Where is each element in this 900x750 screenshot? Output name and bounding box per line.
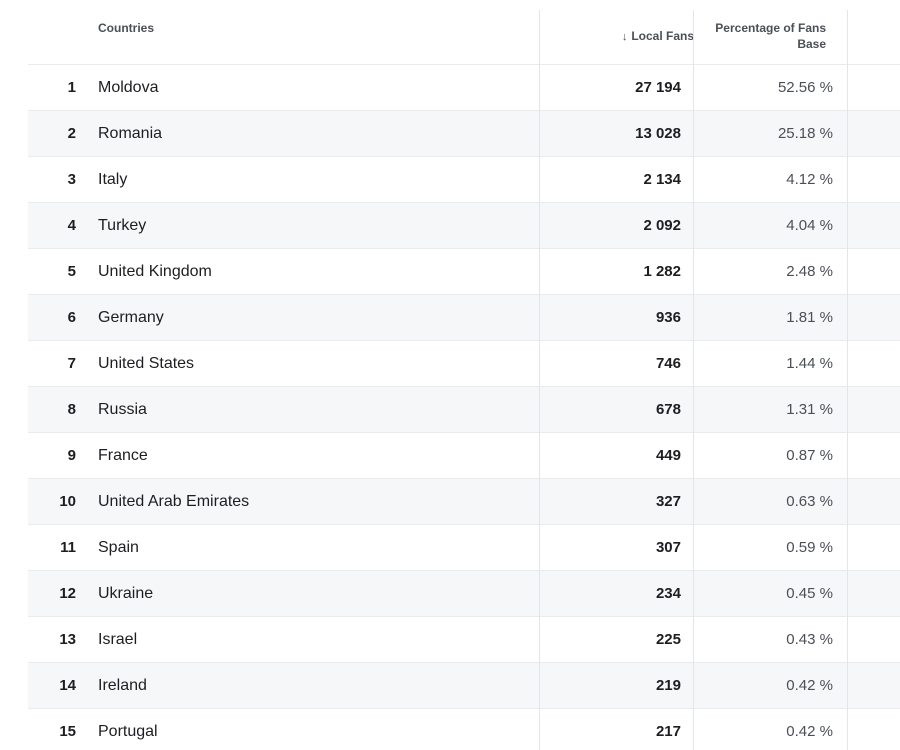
table-row[interactable]: 7 United States 746 1.44 % [28,340,900,386]
row-percentage: 4.12 % [786,171,833,188]
row-country: United Kingdom [98,263,212,280]
row-percentage: 1.44 % [786,355,833,372]
table-row[interactable]: 1 Moldova 27 194 52.56 % [28,64,900,110]
row-rank: 2 [67,125,76,142]
row-local-fans: 746 [655,355,681,372]
header-local-fans[interactable]: ↓ Local Fans [540,28,694,45]
row-percentage: 0.59 % [786,539,833,556]
table-row[interactable]: 13 Israel 225 0.43 % [28,616,900,662]
row-local-fans: 2 134 [643,171,681,188]
table-row[interactable]: 15 Portugal 217 0.42 % [28,708,900,750]
row-rank: 8 [67,401,76,418]
row-percentage: 0.63 % [786,493,833,510]
sort-descending-arrow-icon: ↓ [621,31,628,43]
table-row[interactable]: 11 Spain 307 0.59 % [28,524,900,570]
row-rank: 5 [67,263,76,280]
column-divider [539,10,540,750]
row-country: Ukraine [98,585,154,602]
row-country: Romania [98,125,163,142]
table-row[interactable]: 9 France 449 0.87 % [28,432,900,478]
row-local-fans: 13 028 [635,125,681,142]
row-local-fans: 307 [655,539,681,556]
row-percentage: 52.56 % [777,79,833,96]
row-percentage: 4.04 % [786,217,833,234]
table-row[interactable]: 4 Turkey 2 092 4.04 % [28,202,900,248]
table-row[interactable]: 14 Ireland 219 0.42 % [28,662,900,708]
row-local-fans: 327 [655,493,681,510]
table-row[interactable]: 2 Romania 13 028 25.18 % [28,110,900,156]
column-divider [693,10,694,750]
row-percentage: 0.45 % [786,585,833,602]
row-country: France [98,447,148,464]
row-rank: 9 [67,447,76,464]
row-percentage: 1.31 % [786,401,833,418]
row-rank: 11 [60,539,76,556]
row-country: Turkey [98,217,147,234]
row-local-fans: 678 [655,401,681,418]
header-percentage-line2: Base [797,37,826,51]
row-rank: 10 [59,493,76,510]
row-country: Russia [98,401,147,418]
table-row[interactable]: 10 United Arab Emirates 327 0.63 % [28,478,900,524]
header-local-fans-label: Local Fans [631,29,694,43]
header-percentage-line1: Percentage of Fans [715,21,826,35]
row-country: Germany [98,309,164,326]
row-local-fans: 449 [655,447,681,464]
row-local-fans: 1 282 [643,263,681,280]
row-percentage: 1.81 % [786,309,833,326]
table-row[interactable]: 6 Germany 936 1.81 % [28,294,900,340]
row-rank: 14 [59,677,76,694]
row-rank: 4 [67,217,76,234]
row-country: Spain [98,539,139,556]
row-rank: 3 [67,171,76,188]
row-rank: 15 [59,723,76,740]
row-local-fans: 217 [655,723,681,740]
row-percentage: 25.18 % [777,125,833,142]
row-percentage: 2.48 % [786,263,833,280]
table-row[interactable]: 12 Ukraine 234 0.45 % [28,570,900,616]
row-rank: 1 [67,79,76,96]
row-percentage: 0.42 % [786,677,833,694]
row-local-fans: 2 092 [643,217,681,234]
header-percentage-of-fans-base[interactable]: Percentage of Fans Base [694,20,848,52]
countries-fans-table: Countries ↓ Local Fans Percentage of Fans… [28,0,900,750]
header-countries[interactable]: Countries [98,20,154,36]
row-rank: 13 [59,631,76,648]
row-local-fans: 234 [655,585,681,602]
table-row[interactable]: 8 Russia 678 1.31 % [28,386,900,432]
row-country: United States [98,355,195,372]
row-rank: 6 [67,309,76,326]
table-header: Countries ↓ Local Fans Percentage of Fans… [28,0,900,64]
row-percentage: 0.43 % [786,631,833,648]
row-rank: 12 [59,585,76,602]
row-local-fans: 225 [655,631,681,648]
row-country: Moldova [98,79,159,96]
row-country: Ireland [98,677,147,694]
row-percentage: 0.42 % [786,723,833,740]
row-percentage: 0.87 % [786,447,833,464]
row-local-fans: 27 194 [635,79,681,96]
row-country: Italy [98,171,128,188]
row-rank: 7 [67,355,76,372]
row-country: Israel [98,631,138,648]
table-row[interactable]: 3 Italy 2 134 4.12 % [28,156,900,202]
row-local-fans: 936 [655,309,681,326]
column-divider [847,10,848,750]
table-row[interactable]: 5 United Kingdom 1 282 2.48 % [28,248,900,294]
row-country: United Arab Emirates [98,493,250,510]
row-country: Portugal [98,723,158,740]
row-local-fans: 219 [655,677,681,694]
